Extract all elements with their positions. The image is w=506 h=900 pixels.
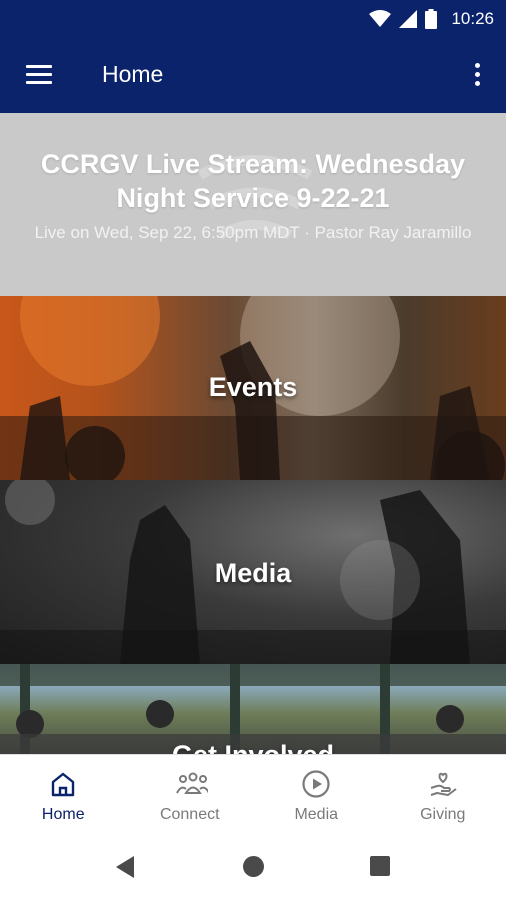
play-circle-icon bbox=[302, 770, 330, 798]
get-involved-label: Get Involved bbox=[0, 740, 506, 754]
nav-giving-label: Giving bbox=[420, 806, 466, 823]
live-stream-subtitle: Live on Wed, Sep 22, 6:50pm MDT · Pastor… bbox=[34, 223, 472, 242]
recents-square-icon[interactable] bbox=[370, 856, 390, 876]
page-title: Home bbox=[102, 61, 164, 87]
nav-media-label: Media bbox=[294, 806, 339, 823]
battery-icon bbox=[425, 9, 438, 29]
status-time: 10:26 bbox=[451, 9, 494, 28]
status-icons: 10:26 bbox=[369, 7, 494, 31]
events-label: Events bbox=[208, 372, 298, 402]
nav-giving[interactable]: Giving bbox=[380, 755, 506, 834]
status-bar: 10:26 bbox=[0, 0, 506, 37]
bottom-navigation: Home Connect Media Giving bbox=[0, 754, 506, 834]
get-involved-tile[interactable]: Get Involved bbox=[0, 664, 506, 754]
system-navigation-bar bbox=[0, 834, 506, 900]
home-icon bbox=[52, 772, 75, 797]
media-tile[interactable]: Media bbox=[0, 480, 506, 664]
hamburger-menu-icon[interactable] bbox=[24, 63, 54, 87]
nav-media[interactable]: Media bbox=[253, 755, 380, 834]
wifi-icon bbox=[369, 10, 392, 27]
nav-home-label: Home bbox=[41, 806, 85, 823]
live-stream-title: CCRGV Live Stream: Wednesday Night Servi… bbox=[40, 149, 466, 213]
live-stream-card[interactable]: CCRGV Live Stream: Wednesday Night Servi… bbox=[0, 113, 506, 296]
app-bar: Home bbox=[0, 37, 506, 113]
nav-connect-label: Connect bbox=[159, 806, 220, 823]
people-group-icon bbox=[175, 772, 208, 794]
back-triangle-icon[interactable] bbox=[114, 855, 136, 879]
media-label: Media bbox=[214, 558, 292, 588]
signal-icon bbox=[399, 10, 418, 28]
nav-connect[interactable]: Connect bbox=[127, 755, 254, 834]
home-circle-icon[interactable] bbox=[243, 856, 264, 877]
nav-home[interactable]: Home bbox=[0, 755, 127, 834]
more-vert-icon[interactable] bbox=[472, 61, 484, 89]
hand-heart-icon bbox=[430, 772, 457, 796]
events-tile[interactable]: Events bbox=[0, 296, 506, 480]
